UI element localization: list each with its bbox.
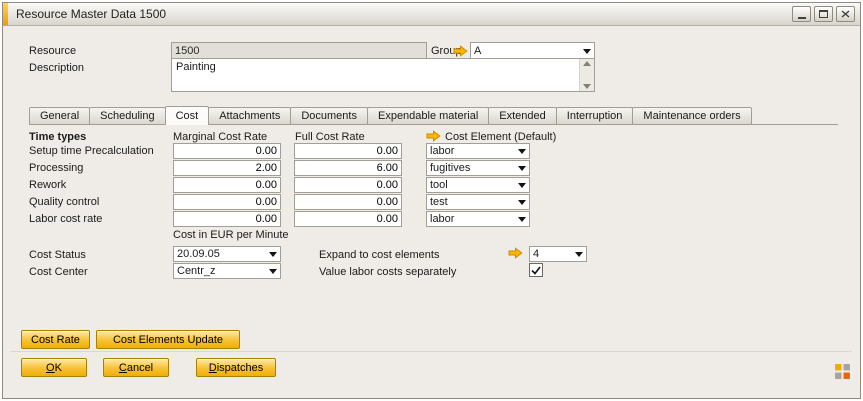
cost-center-label: Cost Center [29, 266, 88, 278]
labor-full-input[interactable] [294, 211, 402, 227]
window-controls [792, 6, 860, 22]
cost-rate-button-label: Cost Rate [31, 334, 80, 346]
dropdown-arrow-icon [518, 217, 526, 222]
labor-marginal-input[interactable] [173, 211, 281, 227]
cost-status-value: 20.09.05 [174, 248, 266, 260]
dropdown-arrow-icon [518, 149, 526, 154]
tab-expendable-material[interactable]: Expendable material [367, 107, 489, 124]
tab-extended[interactable]: Extended [488, 107, 556, 124]
row-label-labor-cost-rate: Labor cost rate [29, 213, 102, 225]
row-label-processing: Processing [29, 162, 83, 174]
labor-cost-element-value: labor [427, 213, 515, 225]
description-field[interactable]: Painting [171, 58, 595, 92]
row-label-setup-time: Setup time Precalculation [29, 145, 154, 157]
rework-marginal-input[interactable] [173, 177, 281, 193]
processing-marginal-input[interactable] [173, 160, 281, 176]
link-arrow-icon[interactable] [426, 130, 441, 142]
setup-cost-element-value: labor [427, 145, 515, 157]
description-scrollbar[interactable] [579, 59, 594, 91]
tab-strip: General Scheduling Cost Attachments Docu… [29, 106, 752, 125]
minimize-icon [798, 17, 806, 19]
row-label-quality-control: Quality control [29, 196, 99, 208]
dropdown-arrow-icon [518, 166, 526, 171]
full-cost-rate-header: Full Cost Rate [295, 131, 365, 143]
check-icon [531, 266, 541, 275]
dropdown-arrow-icon [269, 252, 277, 257]
tab-documents[interactable]: Documents [290, 107, 368, 124]
scroll-up-icon[interactable] [583, 61, 591, 66]
dispatches-button-label: Dispatches [209, 362, 263, 374]
expand-to-cost-elements-value: 4 [530, 248, 572, 260]
labor-cost-element-dropdown[interactable]: labor [426, 211, 530, 227]
marginal-cost-rate-header: Marginal Cost Rate [173, 131, 267, 143]
group-value: A [471, 45, 580, 57]
processing-cost-element-dropdown[interactable]: fugitives [426, 160, 530, 176]
row-label-rework: Rework [29, 179, 66, 191]
form-settings-icon[interactable] [834, 363, 851, 380]
maximize-icon [819, 10, 828, 18]
ok-button[interactable]: OK [21, 358, 87, 377]
quality-cost-element-dropdown[interactable]: test [426, 194, 530, 210]
cost-status-label: Cost Status [29, 249, 86, 261]
tab-maintenance-orders[interactable]: Maintenance orders [632, 107, 751, 124]
rework-cost-element-value: tool [427, 179, 515, 191]
tab-scheduling[interactable]: Scheduling [89, 107, 165, 124]
close-icon [841, 10, 850, 18]
title-bar: Resource Master Data 1500 [3, 3, 860, 26]
tab-cost[interactable]: Cost [165, 106, 210, 125]
tab-general[interactable]: General [29, 107, 90, 124]
cancel-button-label: Cancel [119, 362, 153, 374]
resource-label: Resource [29, 45, 76, 57]
expand-to-cost-elements-dropdown[interactable]: 4 [529, 246, 587, 262]
resource-master-data-window: Resource Master Data 1500 Resource Group… [2, 2, 861, 399]
tab-interruption[interactable]: Interruption [556, 107, 634, 124]
cost-center-value: Centr_z [174, 265, 266, 277]
rework-full-input[interactable] [294, 177, 402, 193]
maximize-button[interactable] [814, 6, 833, 22]
dropdown-arrow-icon [518, 200, 526, 205]
scroll-down-icon[interactable] [583, 84, 591, 89]
link-arrow-icon[interactable] [508, 247, 523, 259]
tab-attachments[interactable]: Attachments [208, 107, 291, 124]
link-arrow-icon[interactable] [453, 45, 468, 57]
cost-element-header: Cost Element (Default) [445, 131, 556, 143]
close-button[interactable] [836, 6, 855, 22]
quality-cost-element-value: test [427, 196, 515, 208]
rework-cost-element-dropdown[interactable]: tool [426, 177, 530, 193]
processing-full-input[interactable] [294, 160, 402, 176]
description-value: Painting [172, 59, 594, 75]
setup-cost-element-dropdown[interactable]: labor [426, 143, 530, 159]
quality-full-input[interactable] [294, 194, 402, 210]
dropdown-arrow-icon [269, 269, 277, 274]
time-types-header: Time types [29, 131, 86, 143]
window-title: Resource Master Data 1500 [8, 7, 166, 21]
cost-elements-update-button[interactable]: Cost Elements Update [96, 330, 240, 349]
value-labor-costs-label: Value labor costs separately [319, 266, 456, 278]
cost-rate-button[interactable]: Cost Rate [21, 330, 90, 349]
footer-divider [11, 351, 852, 352]
cost-center-dropdown[interactable]: Centr_z [173, 263, 281, 279]
value-labor-checkbox[interactable] [529, 263, 543, 277]
cost-status-dropdown[interactable]: 20.09.05 [173, 246, 281, 262]
dropdown-arrow-icon [518, 183, 526, 188]
dropdown-arrow-icon [575, 252, 583, 257]
processing-cost-element-value: fugitives [427, 162, 515, 174]
ok-button-label: OK [46, 362, 62, 374]
unit-note: Cost in EUR per Minute [173, 229, 289, 241]
cancel-button[interactable]: Cancel [103, 358, 169, 377]
expand-to-cost-elements-label: Expand to cost elements [319, 249, 439, 261]
cost-elements-update-button-label: Cost Elements Update [113, 334, 223, 346]
description-label: Description [29, 62, 84, 74]
minimize-button[interactable] [792, 6, 811, 22]
dropdown-arrow-icon [583, 49, 591, 54]
quality-marginal-input[interactable] [173, 194, 281, 210]
setup-full-input[interactable] [294, 143, 402, 159]
setup-marginal-input[interactable] [173, 143, 281, 159]
dispatches-button[interactable]: Dispatches [196, 358, 276, 377]
